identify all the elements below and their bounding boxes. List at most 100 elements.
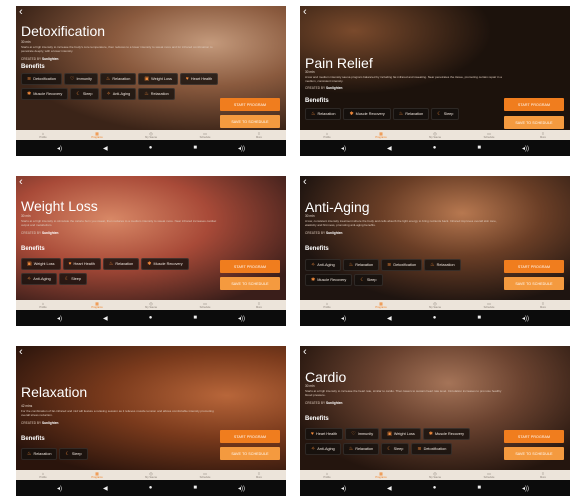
recents-icon[interactable]: ■ bbox=[193, 485, 197, 491]
save-to-schedule-button[interactable]: SAVE TO SCHEDULE bbox=[220, 277, 280, 290]
benefit-chip[interactable]: ≋ Detoxification bbox=[381, 259, 423, 271]
tab-schedule[interactable]: ▭ Schedule bbox=[462, 300, 516, 310]
benefit-chip[interactable]: ♨ Relaxation bbox=[21, 448, 58, 460]
benefit-chip[interactable]: ☾ Sleep bbox=[59, 448, 88, 460]
benefit-chip[interactable]: ▣ Weight Loss bbox=[381, 428, 421, 440]
tab-schedule[interactable]: ▭ Schedule bbox=[462, 130, 516, 140]
tab-more[interactable]: ≡ More bbox=[232, 300, 286, 310]
tab-programs[interactable]: ▦ Programs bbox=[70, 470, 124, 480]
volume-down-icon[interactable]: ◂) bbox=[57, 315, 62, 322]
volume-down-icon[interactable]: ◂) bbox=[341, 315, 346, 322]
benefit-chip[interactable]: ≋ Detoxification bbox=[21, 73, 62, 85]
home-circle-icon[interactable]: ● bbox=[149, 315, 153, 321]
benefit-chip[interactable]: ≋ Detoxification bbox=[411, 443, 453, 455]
start-program-button[interactable]: START PROGRAM bbox=[504, 98, 564, 111]
tab-programs[interactable]: ▦ Programs bbox=[354, 300, 408, 310]
benefit-chip[interactable]: ♨ Relaxation bbox=[138, 88, 175, 100]
benefit-chip[interactable]: ♨ Relaxation bbox=[392, 108, 430, 120]
benefit-chip[interactable]: ☾ Sleep bbox=[58, 273, 87, 285]
volume-up-icon[interactable]: ◂)) bbox=[238, 145, 245, 152]
back-icon[interactable]: ‹ bbox=[303, 6, 307, 18]
tab-programs[interactable]: ▦ Programs bbox=[354, 470, 408, 480]
start-program-button[interactable]: START PROGRAM bbox=[504, 260, 564, 273]
tab-my-sauna[interactable]: ◎ My Sauna bbox=[408, 300, 462, 310]
benefit-chip[interactable]: ▣ Weight Loss bbox=[21, 258, 61, 270]
tab-programs[interactable]: ▦ Programs bbox=[70, 300, 124, 310]
benefit-chip[interactable]: ✱ Muscle Recovery bbox=[21, 88, 69, 100]
tab-profile[interactable]: ⌂ Profile bbox=[16, 130, 70, 140]
tab-schedule[interactable]: ▭ Schedule bbox=[178, 470, 232, 480]
back-icon[interactable]: ◀ bbox=[387, 145, 392, 152]
home-circle-icon[interactable]: ● bbox=[433, 485, 437, 491]
start-program-button[interactable]: START PROGRAM bbox=[220, 430, 280, 443]
benefit-chip[interactable]: ☾ Sleep bbox=[70, 88, 99, 100]
tab-profile[interactable]: ⌂ Profile bbox=[16, 300, 70, 310]
back-icon[interactable]: ◀ bbox=[103, 485, 108, 492]
back-icon[interactable]: ‹ bbox=[19, 176, 23, 188]
save-to-schedule-button[interactable]: SAVE TO SCHEDULE bbox=[220, 115, 280, 128]
recents-icon[interactable]: ■ bbox=[193, 315, 197, 321]
benefit-chip[interactable]: ♨ Relaxation bbox=[342, 443, 380, 455]
home-circle-icon[interactable]: ● bbox=[433, 145, 437, 151]
back-icon[interactable]: ‹ bbox=[19, 6, 23, 18]
tab-profile[interactable]: ⌂ Profile bbox=[16, 470, 70, 480]
recents-icon[interactable]: ■ bbox=[193, 145, 197, 151]
benefit-chip[interactable]: ♥ Heart Health bbox=[179, 73, 219, 85]
save-to-schedule-button[interactable]: SAVE TO SCHEDULE bbox=[504, 447, 564, 460]
benefit-chip[interactable]: ☾ Sleep bbox=[381, 443, 410, 455]
save-to-schedule-button[interactable]: SAVE TO SCHEDULE bbox=[220, 447, 280, 460]
tab-profile[interactable]: ⌂ Profile bbox=[300, 300, 354, 310]
benefit-chip[interactable]: ☾ Sleep bbox=[431, 108, 460, 120]
back-icon[interactable]: ◀ bbox=[103, 145, 108, 152]
volume-up-icon[interactable]: ◂)) bbox=[522, 485, 529, 492]
volume-up-icon[interactable]: ◂)) bbox=[522, 315, 529, 322]
back-icon[interactable]: ◀ bbox=[387, 485, 392, 492]
home-circle-icon[interactable]: ● bbox=[149, 485, 153, 491]
benefit-chip[interactable]: ♨ Relaxation bbox=[342, 259, 380, 271]
benefit-chip[interactable]: ✱ Muscle Recovery bbox=[141, 258, 189, 270]
tab-more[interactable]: ≡ More bbox=[516, 470, 570, 480]
save-to-schedule-button[interactable]: SAVE TO SCHEDULE bbox=[504, 277, 564, 290]
tab-more[interactable]: ≡ More bbox=[516, 300, 570, 310]
volume-up-icon[interactable]: ◂)) bbox=[238, 485, 245, 492]
benefit-chip[interactable]: ✧ Anti-Aging bbox=[305, 443, 341, 455]
volume-up-icon[interactable]: ◂)) bbox=[238, 315, 245, 322]
home-circle-icon[interactable]: ● bbox=[149, 145, 153, 151]
tab-profile[interactable]: ⌂ Profile bbox=[300, 130, 354, 140]
start-program-button[interactable]: START PROGRAM bbox=[220, 98, 280, 111]
tab-my-sauna[interactable]: ◎ My Sauna bbox=[408, 130, 462, 140]
volume-up-icon[interactable]: ◂)) bbox=[522, 145, 529, 152]
volume-down-icon[interactable]: ◂) bbox=[341, 485, 346, 492]
benefit-chip[interactable]: ☾ Sleep bbox=[354, 274, 383, 286]
back-icon[interactable]: ‹ bbox=[303, 176, 307, 188]
home-circle-icon[interactable]: ● bbox=[433, 315, 437, 321]
benefit-chip[interactable]: ▣ Weight Loss bbox=[138, 73, 178, 85]
recents-icon[interactable]: ■ bbox=[477, 145, 481, 151]
benefit-chip[interactable]: ✧ Anti-Aging bbox=[21, 273, 57, 285]
benefit-chip[interactable]: ✱ Muscle Recovery bbox=[422, 428, 471, 440]
tab-more[interactable]: ≡ More bbox=[232, 130, 286, 140]
volume-down-icon[interactable]: ◂) bbox=[341, 145, 346, 152]
tab-my-sauna[interactable]: ◎ My Sauna bbox=[124, 130, 178, 140]
benefit-chip[interactable]: ♥ Heart Health bbox=[305, 428, 344, 440]
benefit-chip[interactable]: ♡ Immunity bbox=[345, 428, 380, 440]
tab-my-sauna[interactable]: ◎ My Sauna bbox=[124, 300, 178, 310]
recents-icon[interactable]: ■ bbox=[477, 315, 481, 321]
back-icon[interactable]: ‹ bbox=[303, 346, 307, 358]
back-icon[interactable]: ◀ bbox=[103, 315, 108, 322]
tab-profile[interactable]: ⌂ Profile bbox=[300, 470, 354, 480]
back-icon[interactable]: ‹ bbox=[19, 346, 23, 358]
tab-schedule[interactable]: ▭ Schedule bbox=[178, 300, 232, 310]
benefit-chip[interactable]: ♥ Heart Health bbox=[62, 258, 101, 270]
benefit-chip[interactable]: ♨ Relaxation bbox=[102, 258, 140, 270]
benefit-chip[interactable]: ✧ Anti-Aging bbox=[305, 259, 341, 271]
save-to-schedule-button[interactable]: SAVE TO SCHEDULE bbox=[504, 116, 564, 129]
start-program-button[interactable]: START PROGRAM bbox=[504, 430, 564, 443]
volume-down-icon[interactable]: ◂) bbox=[57, 485, 62, 492]
benefit-chip[interactable]: ♨ Relaxation bbox=[424, 259, 461, 271]
back-icon[interactable]: ◀ bbox=[387, 315, 392, 322]
tab-programs[interactable]: ▦ Programs bbox=[354, 130, 408, 140]
tab-my-sauna[interactable]: ◎ My Sauna bbox=[408, 470, 462, 480]
tab-more[interactable]: ≡ More bbox=[232, 470, 286, 480]
tab-more[interactable]: ≡ More bbox=[516, 130, 570, 140]
